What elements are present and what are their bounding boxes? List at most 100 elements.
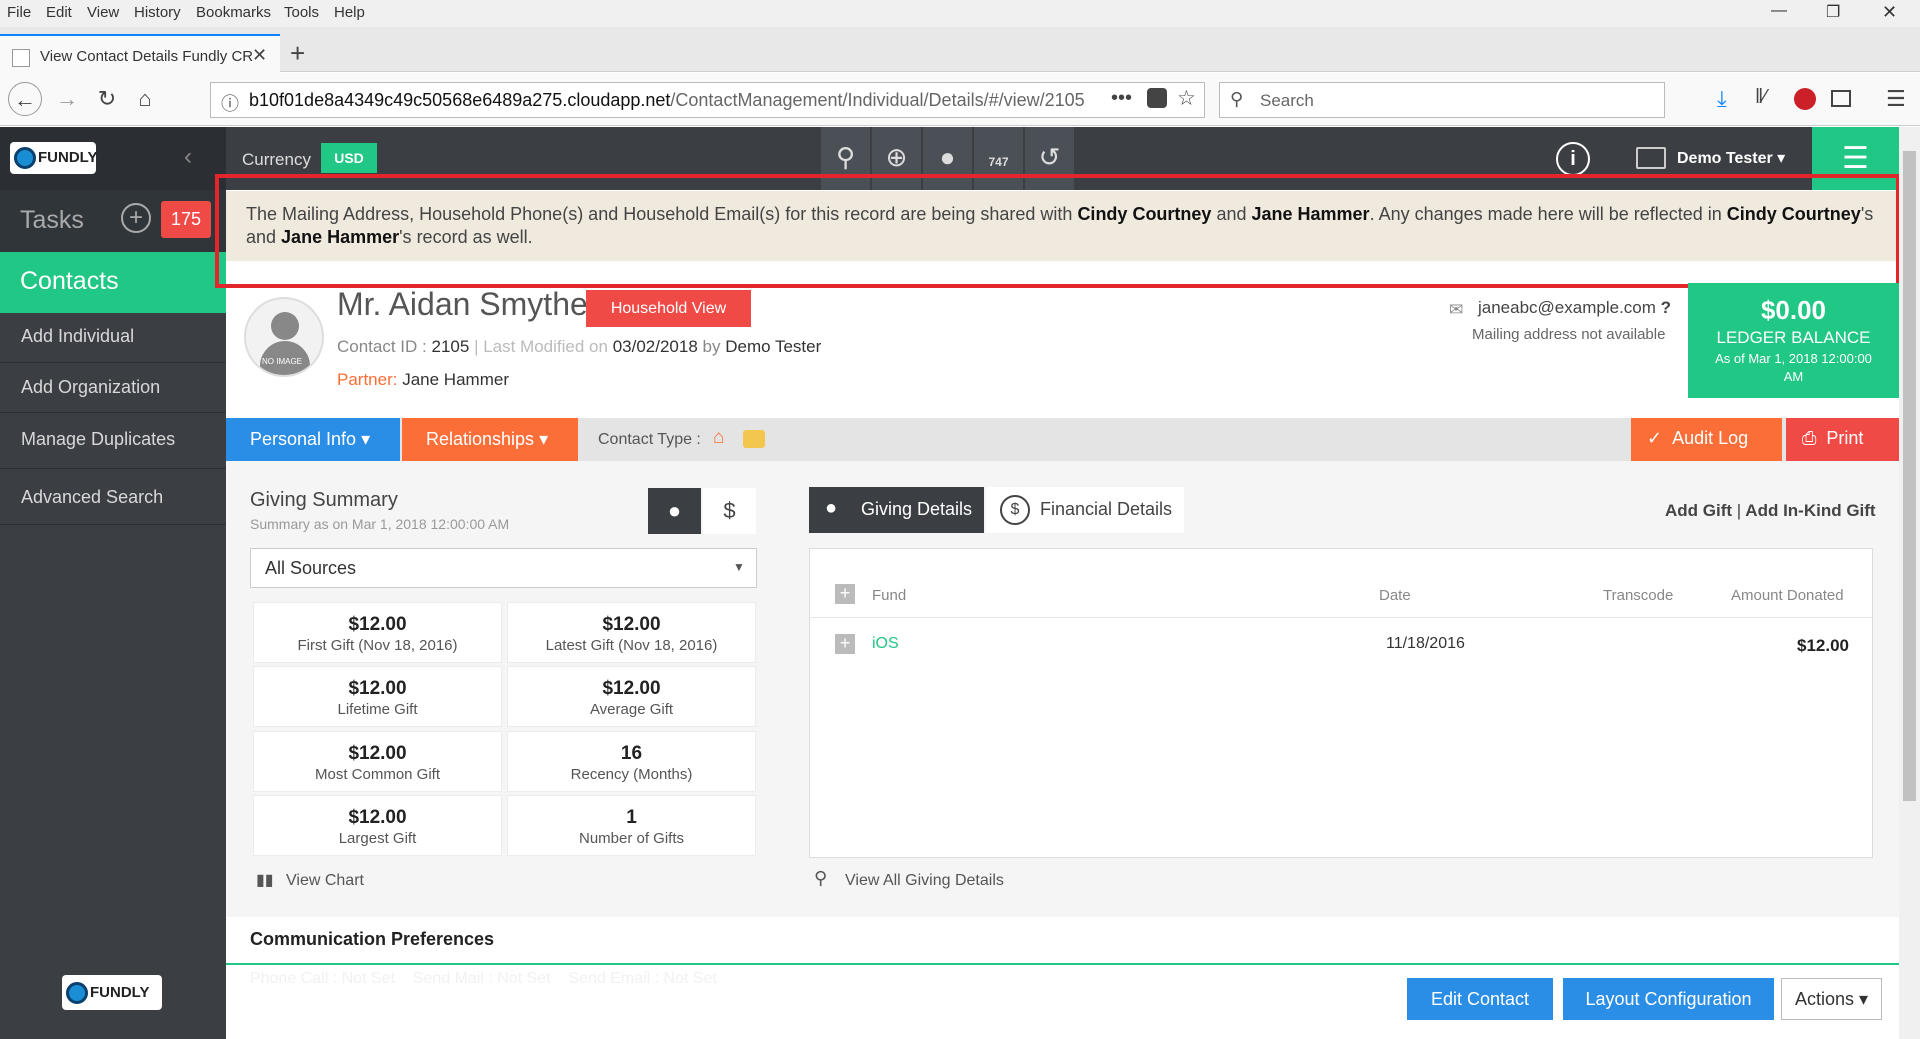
pocket-icon[interactable]: [1147, 88, 1167, 108]
menu-edit[interactable]: Edit: [46, 4, 72, 21]
footer-logo-text: FUNDLY: [90, 984, 150, 1001]
sidebar-item-manage-duplicates[interactable]: Manage Duplicates: [0, 413, 226, 469]
section-divider: [226, 963, 1899, 965]
add-in-kind-gift-link[interactable]: Add In-Kind Gift: [1745, 501, 1875, 520]
print-label: Print: [1826, 428, 1864, 448]
close-window-icon[interactable]: ✕: [1882, 2, 1897, 23]
minimize-icon[interactable]: —: [1771, 2, 1787, 20]
contact-id-label: Contact ID :: [337, 337, 427, 356]
tasks-count-badge[interactable]: 175: [161, 201, 211, 238]
user-menu[interactable]: Demo Tester ▾: [1677, 148, 1785, 168]
avatar[interactable]: NO IMAGE: [244, 297, 324, 377]
sidebar: FUNDLY ‹ Tasks + 175 Contacts Add Indivi…: [0, 127, 226, 1039]
contact-email[interactable]: janeabc@example.com ?: [1478, 298, 1671, 318]
fundly-logo[interactable]: FUNDLY: [10, 142, 98, 174]
add-gift-link[interactable]: Add Gift: [1665, 501, 1732, 520]
stat-value: $12.00: [348, 743, 407, 764]
stat-recency: 16 Recency (Months): [507, 731, 756, 792]
tab-relationships[interactable]: Relationships ▾: [402, 418, 578, 461]
menu-view[interactable]: View: [87, 4, 119, 21]
view-chart-link[interactable]: View Chart: [286, 872, 364, 890]
ledger-as-of: As of Mar 1, 2018 12:00:00 AM: [1715, 351, 1872, 384]
search-input[interactable]: ⚲ Search: [1219, 82, 1665, 118]
logo-text: FUNDLY: [38, 149, 98, 166]
stat-lifetime-gift: $12.00 Lifetime Gift: [253, 666, 502, 727]
page-scrollbar[interactable]: [1899, 127, 1920, 1039]
menu-tools[interactable]: Tools: [284, 4, 319, 21]
scrollbar-thumb[interactable]: [1903, 151, 1916, 801]
stat-value: $12.00: [348, 678, 407, 699]
ledger-amount: $0.00: [1760, 295, 1827, 325]
sidebar-item-add-organization[interactable]: Add Organization: [0, 363, 226, 413]
bookmark-star-icon[interactable]: ☆: [1177, 86, 1196, 111]
partner-name[interactable]: Jane Hammer: [402, 370, 509, 389]
tab-financial-details[interactable]: $ Financial Details: [986, 487, 1184, 533]
column-header-transcode: Transcode: [1603, 587, 1674, 604]
money-bag-icon: ●: [825, 497, 838, 519]
stat-latest-gift: $12.00 Latest Gift (Nov 18, 2016): [507, 602, 756, 663]
email-icon: ✉: [1449, 300, 1464, 319]
user-card-icon: [1636, 147, 1666, 169]
edit-contact-button[interactable]: Edit Contact: [1407, 978, 1553, 1020]
fund-cell[interactable]: iOS: [872, 635, 899, 653]
tasks-label[interactable]: Tasks: [20, 206, 84, 235]
dollar-circle-icon[interactable]: $: [703, 488, 756, 534]
sidebar-toggle-icon[interactable]: [1831, 90, 1851, 107]
menu-bookmarks[interactable]: Bookmarks: [196, 4, 271, 21]
add-task-icon[interactable]: +: [121, 203, 151, 233]
expand-all-icon[interactable]: +: [835, 584, 855, 604]
reload-icon[interactable]: ↻: [90, 82, 124, 116]
tab-title: View Contact Details Fundly CR: [40, 48, 254, 65]
bar-chart-icon: ▮▮: [256, 872, 274, 889]
avatar-head: [271, 312, 299, 340]
collapse-sidebar-icon[interactable]: ‹: [184, 143, 192, 171]
view-all-giving-link[interactable]: View All Giving Details: [845, 872, 1004, 890]
household-view-button[interactable]: Household View: [586, 290, 751, 327]
gift-links: Add Gift | Add In-Kind Gift: [1665, 501, 1876, 521]
giving-summary-title: Giving Summary: [250, 489, 398, 511]
close-tab-icon[interactable]: ✕: [252, 45, 267, 66]
currency-value[interactable]: USD: [321, 143, 377, 173]
new-tab-icon[interactable]: +: [290, 38, 305, 69]
layout-configuration-button[interactable]: Layout Configuration: [1563, 978, 1774, 1020]
last-modified-label: | Last Modified on: [474, 337, 608, 356]
table-divider: [810, 617, 1872, 618]
url-bar[interactable]: ⓘ b10f01de8a4349c49c50568e6489a275.cloud…: [210, 82, 1205, 118]
browser-menu-icon[interactable]: ☰: [1886, 86, 1906, 112]
money-bag-icon[interactable]: ●: [648, 488, 701, 534]
page-actions-icon[interactable]: •••: [1111, 87, 1132, 110]
library-icon[interactable]: ‖⁄: [1755, 86, 1767, 109]
sidebar-item-advanced-search[interactable]: Advanced Search: [0, 469, 226, 525]
source-select[interactable]: All Sources ▼: [250, 548, 757, 588]
browser-tab[interactable]: View Contact Details Fundly CR ✕: [0, 34, 280, 73]
info-icon[interactable]: ⓘ: [221, 90, 239, 116]
audit-log-button[interactable]: ✓ Audit Log: [1631, 418, 1782, 461]
actions-dropdown[interactable]: Actions ▾: [1781, 978, 1882, 1020]
menu-help[interactable]: Help: [334, 4, 365, 21]
pinterest-icon[interactable]: [1794, 88, 1816, 110]
by-label: by: [702, 337, 721, 356]
tab-giving-details[interactable]: ● Giving Details: [809, 487, 984, 533]
tab-personal-info[interactable]: Personal Info ▾: [226, 418, 400, 461]
stat-value: 16: [620, 743, 643, 764]
downloads-icon[interactable]: ⤓: [1717, 86, 1727, 112]
print-button[interactable]: ⎙ Print: [1786, 418, 1899, 461]
stat-label: Number of Gifts: [578, 830, 685, 847]
sidebar-item-add-individual[interactable]: Add Individual: [0, 313, 226, 363]
restore-icon[interactable]: ❐: [1826, 2, 1840, 22]
back-icon[interactable]: ←: [8, 82, 42, 116]
forward-icon[interactable]: →: [50, 82, 84, 116]
ledger-label: LEDGER BALANCE: [1716, 328, 1871, 347]
date-cell: 11/18/2016: [1386, 635, 1465, 652]
menu-file[interactable]: File: [7, 4, 31, 21]
stat-first-gift: $12.00 First Gift (Nov 18, 2016): [253, 602, 502, 663]
tasks-row: Tasks + 175: [0, 190, 226, 252]
contact-type-label: Contact Type :: [598, 431, 701, 448]
expand-row-icon[interactable]: +: [835, 634, 855, 654]
fundly-logo-icon: [66, 981, 88, 1004]
menu-history[interactable]: History: [134, 4, 181, 21]
sidebar-item-contacts[interactable]: Contacts: [0, 252, 226, 313]
house-icon: ⌂: [713, 427, 725, 448]
home-icon[interactable]: ⌂: [128, 82, 162, 116]
info-circle-icon[interactable]: i: [1556, 142, 1590, 176]
